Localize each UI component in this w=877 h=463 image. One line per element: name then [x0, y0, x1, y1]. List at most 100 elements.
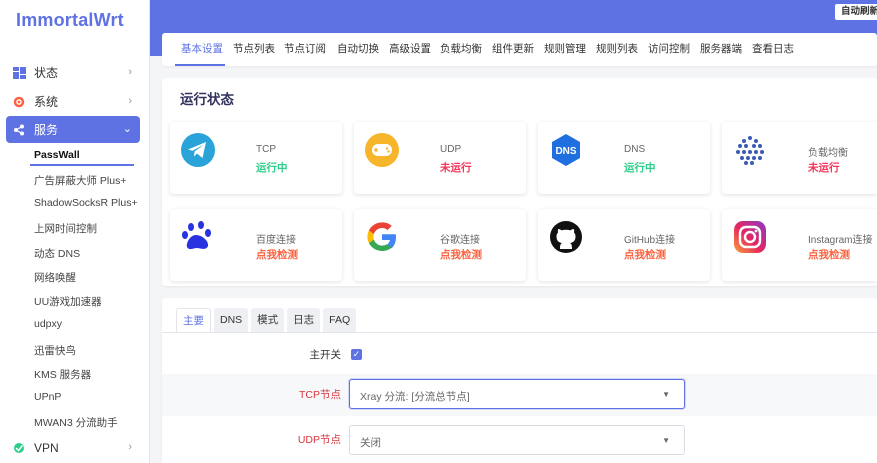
status-tile-udp: UDP 未运行	[354, 122, 526, 194]
sidebar-subitem[interactable]: 迅雷快鸟	[34, 343, 76, 358]
tab-view-log[interactable]: 查看日志	[752, 41, 794, 56]
instagram-icon	[732, 219, 768, 255]
tab-rule-manage[interactable]: 规则管理	[544, 41, 586, 56]
tab-server[interactable]: 服务器端	[700, 41, 742, 56]
sidebar-item-vpn[interactable]: VPN ›	[0, 436, 150, 460]
gamepad-icon	[364, 132, 400, 168]
chevron-down-icon: ⌄	[122, 123, 132, 135]
form-row-main-switch: 主开关 ✓	[162, 336, 877, 374]
sidebar-menu: 状态 › 系统 › 服务 ⌄	[0, 58, 150, 143]
gear-icon	[12, 95, 26, 109]
settings-tab-faq[interactable]: FAQ	[323, 308, 357, 332]
tile-name: GitHub连接	[624, 235, 676, 246]
status-tile-tcp: TCP 运行中	[170, 122, 342, 194]
baidu-icon	[180, 219, 216, 255]
caret-down-icon: ▼	[662, 436, 670, 445]
settings-panel: 主要 DNS 模式 日志 FAQ 主开关 ✓ TCP节点 Xray 分流: [分…	[162, 298, 877, 463]
sidebar-subitem[interactable]: 动态 DNS	[34, 246, 80, 261]
tab-load-balance[interactable]: 负载均衡	[440, 41, 482, 56]
tcp-node-select[interactable]: Xray 分流: [分流总节点] ▼	[349, 379, 685, 409]
sidebar-subitem[interactable]: 网络唤醒	[34, 270, 76, 285]
settings-tab-main[interactable]: 主要	[176, 308, 211, 332]
share-icon	[12, 123, 26, 137]
vpn-icon	[12, 441, 26, 455]
load-balance-icon	[732, 132, 768, 168]
sidebar-subitem[interactable]: udpxy	[34, 318, 62, 330]
sidebar-subitem[interactable]: KMS 服务器	[34, 367, 91, 382]
dns-icon: DNS	[548, 132, 584, 168]
form-row-udp-node: UDP节点 关闭 ▼	[162, 418, 877, 463]
tile-name: 负载均衡	[808, 148, 848, 159]
tab-node-list[interactable]: 节点列表	[233, 41, 275, 56]
tab-rule-list[interactable]: 规则列表	[596, 41, 638, 56]
chevron-right-icon: ›	[128, 95, 132, 107]
tab-auto-switch[interactable]: 自动切换	[337, 41, 379, 56]
tab-access-control[interactable]: 访问控制	[648, 41, 690, 56]
status-tile-github[interactable]: GitHub连接 点我检测	[538, 209, 710, 281]
github-icon	[548, 219, 584, 255]
sidebar-item-label: 状态	[34, 66, 59, 80]
status-tile-dns: DNS DNS 运行中	[538, 122, 710, 194]
sidebar-subitem[interactable]: MWAN3 分流助手	[34, 415, 118, 430]
settings-tabs: 主要 DNS 模式 日志 FAQ	[176, 308, 359, 332]
tile-name: DNS	[624, 144, 646, 155]
tile-name: 百度连接	[256, 235, 296, 246]
chevron-right-icon: ›	[128, 441, 132, 453]
tab-advanced[interactable]: 高级设置	[389, 41, 431, 56]
main-switch-checkbox[interactable]: ✓	[351, 349, 362, 360]
sidebar-subitem[interactable]: 广告屏蔽大师 Plus+	[34, 173, 126, 188]
tile-check-link[interactable]: 点我检测	[808, 247, 850, 262]
sidebar-item-services[interactable]: 服务 ⌄	[6, 116, 140, 143]
status-tile-baidu[interactable]: 百度连接 点我检测	[170, 209, 342, 281]
sidebar-item-status[interactable]: 状态 ›	[0, 58, 150, 87]
brand-logo[interactable]: ImmortalWrt	[16, 10, 124, 31]
tab-node-subscribe[interactable]: 节点订阅	[284, 41, 326, 56]
settings-tab-log[interactable]: 日志	[287, 308, 321, 332]
status-tile-instagram[interactable]: Instagram连接 点我检测	[722, 209, 877, 281]
auto-refresh-button[interactable]: 自动刷新	[834, 4, 877, 20]
tile-name: Instagram连接	[808, 235, 873, 246]
udp-node-select[interactable]: 关闭 ▼	[349, 425, 685, 455]
form-row-tcp-node: TCP节点 Xray 分流: [分流总节点] ▼	[162, 374, 877, 416]
udp-node-value: 关闭	[360, 437, 381, 449]
sidebar-subitem[interactable]: UPnP	[34, 391, 61, 403]
tile-check-link[interactable]: 点我检测	[624, 247, 666, 262]
sidebar-subitem[interactable]: ShadowSocksR Plus+	[34, 197, 138, 209]
tab-component-update[interactable]: 组件更新	[492, 41, 534, 56]
settings-tab-dns[interactable]: DNS	[214, 308, 249, 332]
google-icon	[364, 219, 400, 255]
tab-basic-settings[interactable]: 基本设置	[181, 41, 223, 56]
tcp-node-label: TCP节点	[299, 389, 341, 401]
tile-name: 谷歌连接	[440, 235, 480, 246]
sidebar-item-label: 系统	[34, 95, 59, 109]
tcp-node-value: Xray 分流: [分流总节点]	[360, 391, 470, 403]
tile-check-link[interactable]: 点我检测	[440, 247, 482, 262]
status-panel: 运行状态 TCP 运行中 UDP 未运行 DNS DNS 运行中 负载均衡 未运…	[162, 78, 877, 286]
tile-state: 运行中	[624, 162, 656, 174]
status-tile-google[interactable]: 谷歌连接 点我检测	[354, 209, 526, 281]
tabs-bar: 基本设置 节点列表 节点订阅 自动切换 高级设置 负载均衡 组件更新 规则管理 …	[162, 33, 877, 66]
udp-node-label: UDP节点	[297, 434, 341, 446]
dashboard-icon	[12, 66, 26, 80]
active-indicator	[30, 164, 134, 166]
sidebar-subitem[interactable]: 上网时间控制	[34, 221, 97, 236]
sidebar-subitem-passwall[interactable]: PassWall	[34, 149, 80, 161]
tile-state: 未运行	[440, 162, 472, 174]
status-tile-load-balance: 负载均衡 未运行	[722, 122, 877, 194]
tile-name: UDP	[440, 144, 462, 155]
main-switch-label: 主开关	[309, 349, 342, 361]
settings-tab-mode[interactable]: 模式	[251, 308, 285, 332]
caret-down-icon: ▼	[662, 390, 670, 399]
tile-state: 运行中	[256, 162, 288, 174]
sidebar-subitem[interactable]: UU游戏加速器	[34, 294, 102, 309]
tab-active-indicator	[175, 64, 225, 66]
sidebar-item-system[interactable]: 系统 ›	[0, 87, 150, 116]
tile-name: TCP	[256, 144, 276, 155]
sidebar-item-label: VPN	[34, 441, 59, 455]
dns-icon-label: DNS	[555, 146, 576, 157]
sidebar: ImmortalWrt 状态 › 系统 › 服务 ⌄ PassWall 广告屏蔽…	[0, 0, 150, 463]
sidebar-item-label: 服务	[34, 123, 59, 137]
telegram-icon	[180, 132, 216, 168]
tile-check-link[interactable]: 点我检测	[256, 247, 298, 262]
chevron-right-icon: ›	[128, 66, 132, 78]
